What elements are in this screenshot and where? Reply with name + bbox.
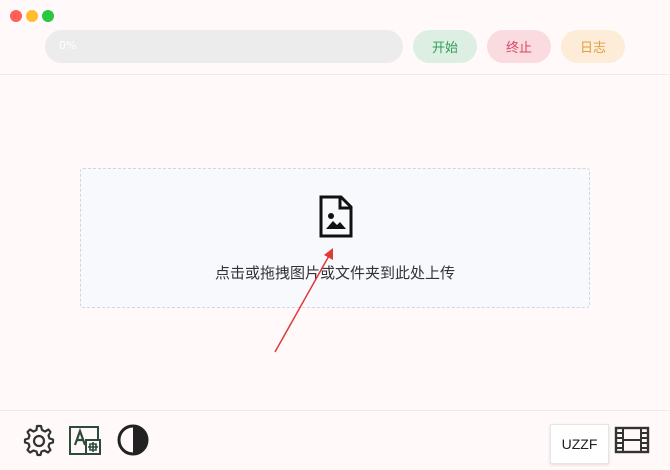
film-icon[interactable] — [614, 423, 650, 457]
top-toolbar: 0% 开始 终止 日志 — [0, 0, 670, 75]
progress-label: 0% — [59, 39, 77, 52]
log-button[interactable]: 日志 — [561, 30, 625, 63]
uzzf-badge: UZZF — [550, 424, 609, 464]
contrast-icon[interactable] — [116, 423, 150, 457]
progress-bar: 0% — [45, 30, 403, 63]
annotation-arrow — [274, 248, 333, 353]
font-add-icon[interactable] — [68, 423, 102, 457]
app-window: 0% 开始 终止 日志 点击或拖拽图片或文件夹到此处上传 UZZF — [0, 0, 670, 470]
start-button[interactable]: 开始 — [413, 30, 477, 63]
gear-icon[interactable] — [21, 423, 55, 457]
stop-button[interactable]: 终止 — [487, 30, 551, 63]
image-file-icon — [319, 195, 353, 238]
bottom-toolbar: UZZF — [0, 410, 670, 470]
